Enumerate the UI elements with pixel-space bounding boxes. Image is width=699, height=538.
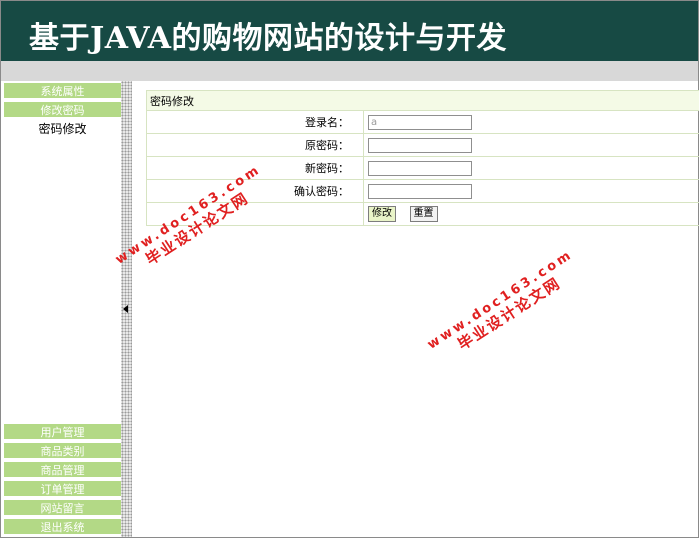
main-content: 密码修改 登录名： 原密码： 新密码： 确认密码： 修改 重置 (132, 81, 699, 537)
form-row-new-password: 新密码： (146, 156, 699, 180)
top-toolbar (1, 61, 698, 81)
login-name-label: 登录名： (146, 110, 364, 134)
old-password-label: 原密码： (146, 133, 364, 157)
collapse-arrow-icon[interactable] (123, 305, 128, 313)
sidebar-item-product-management[interactable]: 商品管理 (4, 462, 121, 479)
sidebar-item-product-category[interactable]: 商品类别 (4, 443, 121, 460)
form-heading: 密码修改 (146, 90, 699, 111)
old-password-input[interactable] (368, 137, 472, 153)
sidebar-item-change-password[interactable]: 修改密码 (4, 102, 121, 119)
sidebar-item-user-management[interactable]: 用户管理 (4, 424, 121, 441)
sidebar-subitem-password-edit[interactable]: 密码修改 (4, 121, 121, 138)
header: 基于JAVA的购物网站的设计与开发 (1, 1, 698, 61)
sidebar-item-system-properties[interactable]: 系统属性 (4, 83, 121, 100)
sidebar-item-logout[interactable]: 退出系统 (4, 519, 121, 536)
confirm-password-input[interactable] (368, 183, 472, 199)
form-row-login-name: 登录名： (146, 110, 699, 134)
sidebar-item-site-messages[interactable]: 网站留言 (4, 500, 121, 517)
login-name-input[interactable] (368, 114, 472, 130)
new-password-input[interactable] (368, 160, 472, 176)
page-title: 基于JAVA的购物网站的设计与开发 (29, 21, 508, 56)
form-row-old-password: 原密码： (146, 133, 699, 157)
sidebar-splitter[interactable] (121, 81, 132, 537)
sidebar-item-order-management[interactable]: 订单管理 (4, 481, 121, 498)
submit-button[interactable]: 修改 (368, 206, 396, 222)
reset-button[interactable]: 重置 (409, 206, 438, 222)
sidebar: 系统属性 修改密码 密码修改 用户管理 商品类别 商品管理 订单管理 网站留言 … (1, 81, 121, 537)
